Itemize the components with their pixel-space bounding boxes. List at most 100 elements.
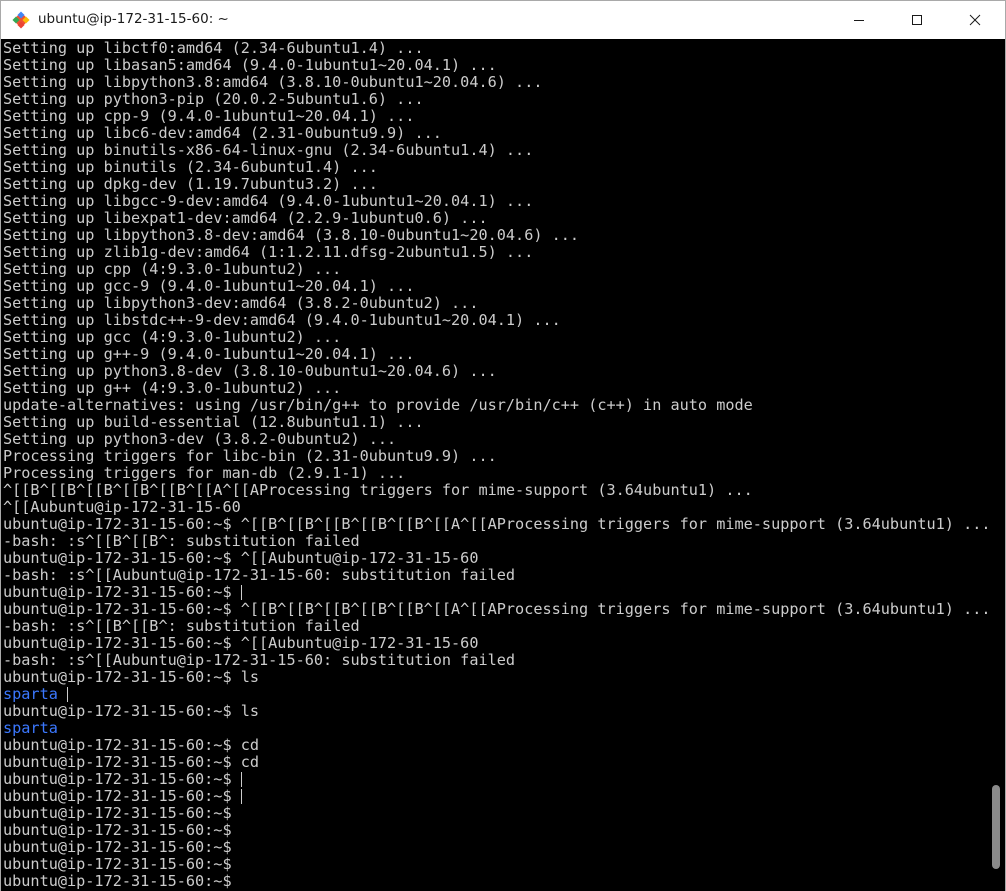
terminal-line: Setting up libpython3.8:amd64 (3.8.10-0u… xyxy=(3,74,988,91)
git-diamond-icon xyxy=(12,11,30,29)
minimize-icon xyxy=(853,11,865,30)
terminal-line-text: -bash: :s^[[Aubuntu@ip-172-31-15-60: sub… xyxy=(3,567,516,584)
terminal-line: ubuntu@ip-172-31-15-60:~$ xyxy=(3,839,988,856)
terminal-line: -bash: :s^[[B^[[B^: substitution failed xyxy=(3,533,988,550)
terminal-line-text: Setting up gcc-9 (9.4.0-1ubuntu1~20.04.1… xyxy=(3,278,415,295)
terminal-line-text: ^[[B^[[B^[[B^[[B^[[B^[[A^[[AProcessing t… xyxy=(3,482,753,499)
title-bar[interactable]: ubuntu@ip-172-31-15-60: ~ xyxy=(1,1,1005,39)
terminal-line-text: ubuntu@ip-172-31-15-60:~$ ls xyxy=(3,703,260,720)
terminal-line: Setting up python3.8-dev (3.8.10-0ubuntu… xyxy=(3,363,988,380)
terminal-line-text: ubuntu@ip-172-31-15-60:~$ xyxy=(3,805,232,822)
terminal-line: ubuntu@ip-172-31-15-60:~$ xyxy=(3,771,988,788)
terminal-line-text: ubuntu@ip-172-31-15-60:~$ ^[[B^[[B^[[B^[… xyxy=(3,516,988,533)
text-cursor xyxy=(240,772,242,787)
terminal-line-text: Setting up gcc (4:9.3.0-1ubuntu2) ... xyxy=(3,329,342,346)
terminal-line: Setting up libexpat1-dev:amd64 (2.2.9-1u… xyxy=(3,210,988,227)
terminal-line-text: ubuntu@ip-172-31-15-60:~$ ^[[B^[[B^[[B^[… xyxy=(3,601,988,618)
terminal-line-text: ubuntu@ip-172-31-15-60:~$ xyxy=(3,771,232,788)
terminal-line-text: Setting up cpp (4:9.3.0-1ubuntu2) ... xyxy=(3,261,342,278)
terminal-line: ubuntu@ip-172-31-15-60:~$ xyxy=(3,873,988,890)
terminal-line: Setting up binutils (2.34-6ubuntu1.4) ..… xyxy=(3,159,988,176)
terminal-line: ubuntu@ip-172-31-15-60:~$ ^[[Aubuntu@ip-… xyxy=(3,550,988,567)
terminal-line: ubuntu@ip-172-31-15-60:~$ cd xyxy=(3,754,988,771)
close-icon xyxy=(969,11,981,30)
terminal-line: Processing triggers for man-db (2.9.1-1)… xyxy=(3,465,988,482)
terminal-line-text: Setting up libgcc-9-dev:amd64 (9.4.0-1ub… xyxy=(3,193,534,210)
terminal-line-text: ubuntu@ip-172-31-15-60:~$ cd xyxy=(3,737,260,754)
terminal-line: -bash: :s^[[B^[[B^: substitution failed xyxy=(3,618,988,635)
terminal-line: Setting up dpkg-dev (1.19.7ubuntu3.2) ..… xyxy=(3,176,988,193)
terminal-line: ubuntu@ip-172-31-15-60:~$ ^[[Aubuntu@ip-… xyxy=(3,635,988,652)
terminal-line: ubuntu@ip-172-31-15-60:~$ ^[[B^[[B^[[B^[… xyxy=(3,601,988,618)
terminal-line-text: ubuntu@ip-172-31-15-60:~$ xyxy=(3,839,232,856)
minimize-button[interactable] xyxy=(830,1,888,39)
terminal-lines: Setting up libctf0:amd64 (2.34-6ubuntu1.… xyxy=(3,40,988,891)
terminal-line-text: Setting up libpython3.8-dev:amd64 (3.8.1… xyxy=(3,227,580,244)
terminal-line-text: Setting up libstdc++-9-dev:amd64 (9.4.0-… xyxy=(3,312,561,329)
text-cursor xyxy=(240,585,242,600)
terminal-line-text: Processing triggers for man-db (2.9.1-1)… xyxy=(3,465,406,482)
terminal-line-text: Setting up build-essential (12.8ubuntu1.… xyxy=(3,414,424,431)
terminal-line: Setting up libpython3-dev:amd64 (3.8.2-0… xyxy=(3,295,988,312)
terminal-line-text: -bash: :s^[[Aubuntu@ip-172-31-15-60: sub… xyxy=(3,652,516,669)
terminal-line-text: Setting up binutils-x86-64-linux-gnu (2.… xyxy=(3,142,534,159)
terminal-line: Setting up g++-9 (9.4.0-1ubuntu1~20.04.1… xyxy=(3,346,988,363)
terminal-line-text: Setting up python3.8-dev (3.8.10-0ubuntu… xyxy=(3,363,497,380)
terminal-output-area[interactable]: Setting up libctf0:amd64 (2.34-6ubuntu1.… xyxy=(1,39,1005,891)
terminal-line-text: Setting up libctf0:amd64 (2.34-6ubuntu1.… xyxy=(3,40,424,57)
terminal-line: Setting up libc6-dev:amd64 (2.31-0ubuntu… xyxy=(3,125,988,142)
terminal-line-text: ubuntu@ip-172-31-15-60:~$ xyxy=(3,873,232,890)
terminal-line: Setting up cpp-9 (9.4.0-1ubuntu1~20.04.1… xyxy=(3,108,988,125)
terminal-line: Setting up binutils-x86-64-linux-gnu (2.… xyxy=(3,142,988,159)
directory-listing-entry: sparta xyxy=(3,720,988,737)
terminal-line: ubuntu@ip-172-31-15-60:~$ cd xyxy=(3,737,988,754)
terminal-line-text: Setting up libasan5:amd64 (9.4.0-1ubuntu… xyxy=(3,57,497,74)
terminal-line: ubuntu@ip-172-31-15-60:~$ xyxy=(3,805,988,822)
terminal-line-text: sparta xyxy=(3,686,58,703)
close-button[interactable] xyxy=(946,1,1004,39)
terminal-line-text: sparta xyxy=(3,720,58,737)
terminal-line-text: Setting up g++ (4:9.3.0-1ubuntu2) ... xyxy=(3,380,342,397)
terminal-line-text: ubuntu@ip-172-31-15-60:~$ xyxy=(3,856,232,873)
terminal-line-text: Setting up libpython3-dev:amd64 (3.8.2-0… xyxy=(3,295,479,312)
terminal-line-text: Setting up cpp-9 (9.4.0-1ubuntu1~20.04.1… xyxy=(3,108,415,125)
terminal-line: -bash: :s^[[Aubuntu@ip-172-31-15-60: sub… xyxy=(3,567,988,584)
terminal-line-text: Setting up dpkg-dev (1.19.7ubuntu3.2) ..… xyxy=(3,176,378,193)
terminal-line-text: Setting up python3-pip (20.0.2-5ubuntu1.… xyxy=(3,91,424,108)
terminal-line-text: Setting up libc6-dev:amd64 (2.31-0ubuntu… xyxy=(3,125,442,142)
maximize-button[interactable] xyxy=(888,1,946,39)
terminal-line: Setting up libctf0:amd64 (2.34-6ubuntu1.… xyxy=(3,40,988,57)
window-title: ubuntu@ip-172-31-15-60: ~ xyxy=(38,11,229,27)
terminal-scrollbar[interactable] xyxy=(989,39,1005,891)
scrollbar-thumb[interactable] xyxy=(992,785,1000,869)
terminal-line-text: Setting up libexpat1-dev:amd64 (2.2.9-1u… xyxy=(3,210,488,227)
terminal-line: ubuntu@ip-172-31-15-60:~$ ls xyxy=(3,669,988,686)
text-cursor xyxy=(66,687,68,702)
terminal-line: Setting up build-essential (12.8ubuntu1.… xyxy=(3,414,988,431)
terminal-line: Setting up python3-dev (3.8.2-0ubuntu2) … xyxy=(3,431,988,448)
terminal-line: ubuntu@ip-172-31-15-60:~$ xyxy=(3,584,988,601)
text-cursor xyxy=(240,789,242,804)
terminal-line: Setting up libgcc-9-dev:amd64 (9.4.0-1ub… xyxy=(3,193,988,210)
terminal-line: ^[[Aubuntu@ip-172-31-15-60 xyxy=(3,499,988,516)
terminal-line: ubuntu@ip-172-31-15-60:~$ xyxy=(3,788,988,805)
maximize-icon xyxy=(911,11,923,30)
terminal-line-text: ubuntu@ip-172-31-15-60:~$ xyxy=(3,822,232,839)
terminal-line: ubuntu@ip-172-31-15-60:~$ xyxy=(3,856,988,873)
terminal-line: ubuntu@ip-172-31-15-60:~$ xyxy=(3,822,988,839)
terminal-line: Setting up gcc (4:9.3.0-1ubuntu2) ... xyxy=(3,329,988,346)
terminal-line-text: Setting up zlib1g-dev:amd64 (1:1.2.11.df… xyxy=(3,244,534,261)
terminal-line: Setting up zlib1g-dev:amd64 (1:1.2.11.df… xyxy=(3,244,988,261)
terminal-line-text: ubuntu@ip-172-31-15-60:~$ xyxy=(3,584,232,601)
terminal-line-text: ubuntu@ip-172-31-15-60:~$ cd xyxy=(3,754,260,771)
terminal-line: Setting up python3-pip (20.0.2-5ubuntu1.… xyxy=(3,91,988,108)
terminal-line-text: ubuntu@ip-172-31-15-60:~$ ^[[Aubuntu@ip-… xyxy=(3,635,479,652)
terminal-line: Setting up libasan5:amd64 (9.4.0-1ubuntu… xyxy=(3,57,988,74)
terminal-line: Setting up libpython3.8-dev:amd64 (3.8.1… xyxy=(3,227,988,244)
terminal-line: ubuntu@ip-172-31-15-60:~$ ^[[B^[[B^[[B^[… xyxy=(3,516,988,533)
terminal-line-text: Setting up libpython3.8:amd64 (3.8.10-0u… xyxy=(3,74,543,91)
terminal-line: update-alternatives: using /usr/bin/g++ … xyxy=(3,397,988,414)
terminal-line-text: Setting up binutils (2.34-6ubuntu1.4) ..… xyxy=(3,159,378,176)
terminal-line: Setting up cpp (4:9.3.0-1ubuntu2) ... xyxy=(3,261,988,278)
terminal-line: Setting up gcc-9 (9.4.0-1ubuntu1~20.04.1… xyxy=(3,278,988,295)
